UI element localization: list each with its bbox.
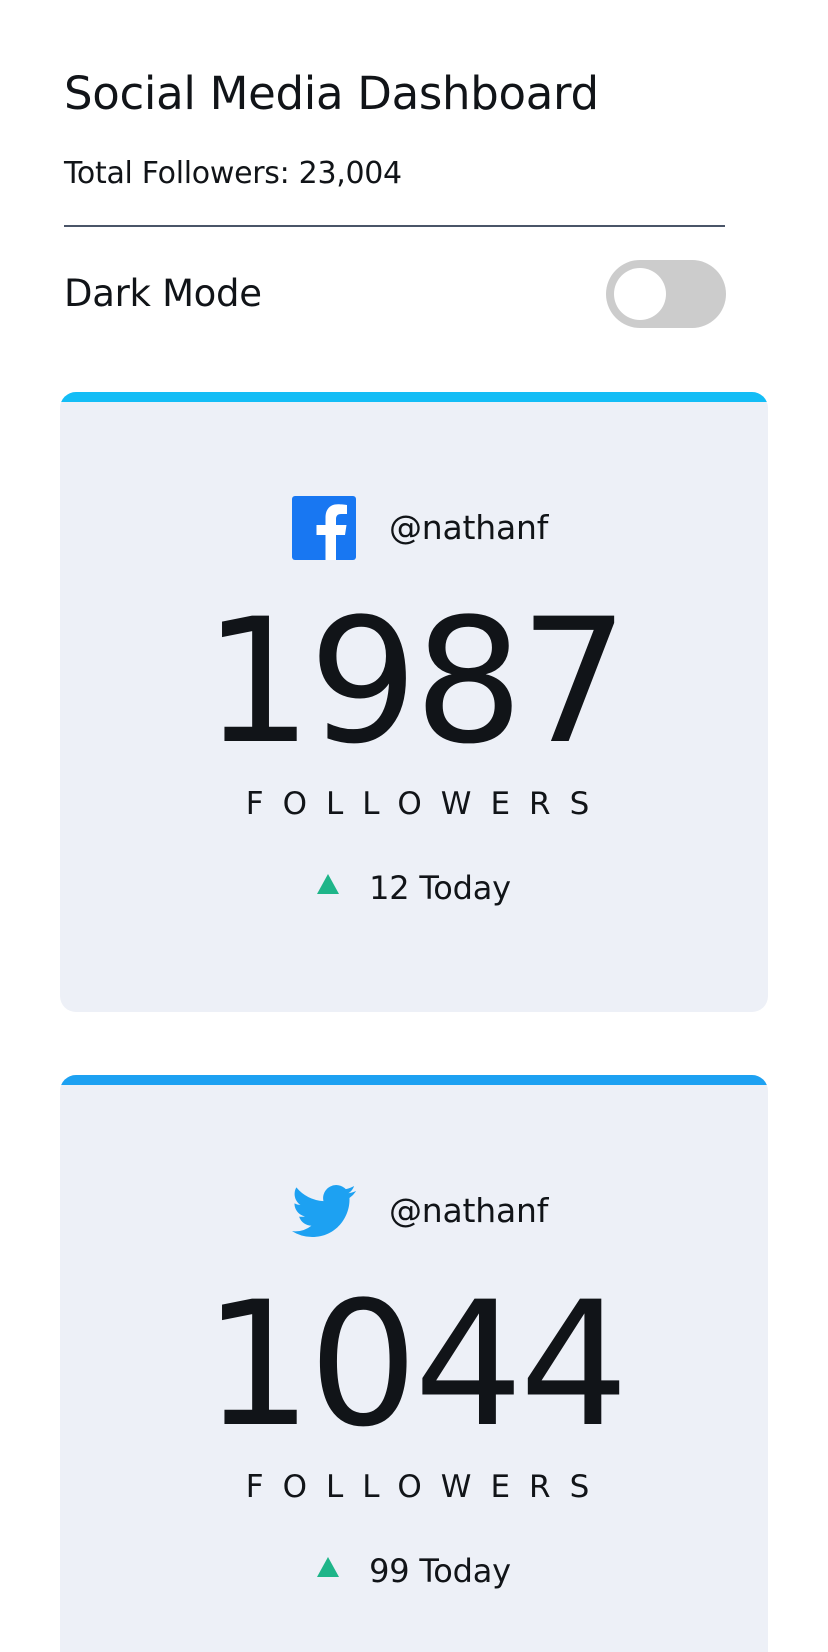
facebook-card[interactable]: @nathanf 1987 FOLLOWERS 12 Today xyxy=(60,392,768,1012)
twitter-card[interactable]: @nathanf 1044 FOLLOWERS 99 Today xyxy=(60,1075,768,1652)
followers-label: FOLLOWERS xyxy=(245,786,609,822)
follower-count: 1044 xyxy=(203,1264,629,1465)
card-accent-bar xyxy=(60,1075,768,1085)
header-divider xyxy=(64,225,725,227)
card-header: @nathanf xyxy=(60,1179,768,1245)
total-followers: Total Followers: 23,004 xyxy=(64,156,402,191)
followers-label: FOLLOWERS xyxy=(245,1469,609,1505)
follower-count: 1987 xyxy=(203,581,629,782)
dark-mode-label: Dark Mode xyxy=(64,272,262,315)
today-change-text: 99 Today xyxy=(369,1552,511,1590)
arrow-up-icon xyxy=(317,1557,340,1577)
dashboard-page: Social Media Dashboard Total Followers: … xyxy=(0,0,828,1652)
today-change: 12 Today xyxy=(60,866,768,910)
account-handle: @nathanf xyxy=(389,508,549,547)
arrow-up-icon xyxy=(317,874,340,894)
dark-mode-toggle[interactable] xyxy=(606,260,726,328)
card-accent-bar xyxy=(60,392,768,402)
page-title: Social Media Dashboard xyxy=(64,67,599,120)
account-handle: @nathanf xyxy=(389,1191,549,1230)
card-header: @nathanf xyxy=(60,496,768,562)
twitter-icon xyxy=(292,1185,356,1237)
today-change: 99 Today xyxy=(60,1549,768,1593)
facebook-icon xyxy=(292,496,356,560)
toggle-knob xyxy=(614,268,666,320)
today-change-text: 12 Today xyxy=(369,869,511,907)
